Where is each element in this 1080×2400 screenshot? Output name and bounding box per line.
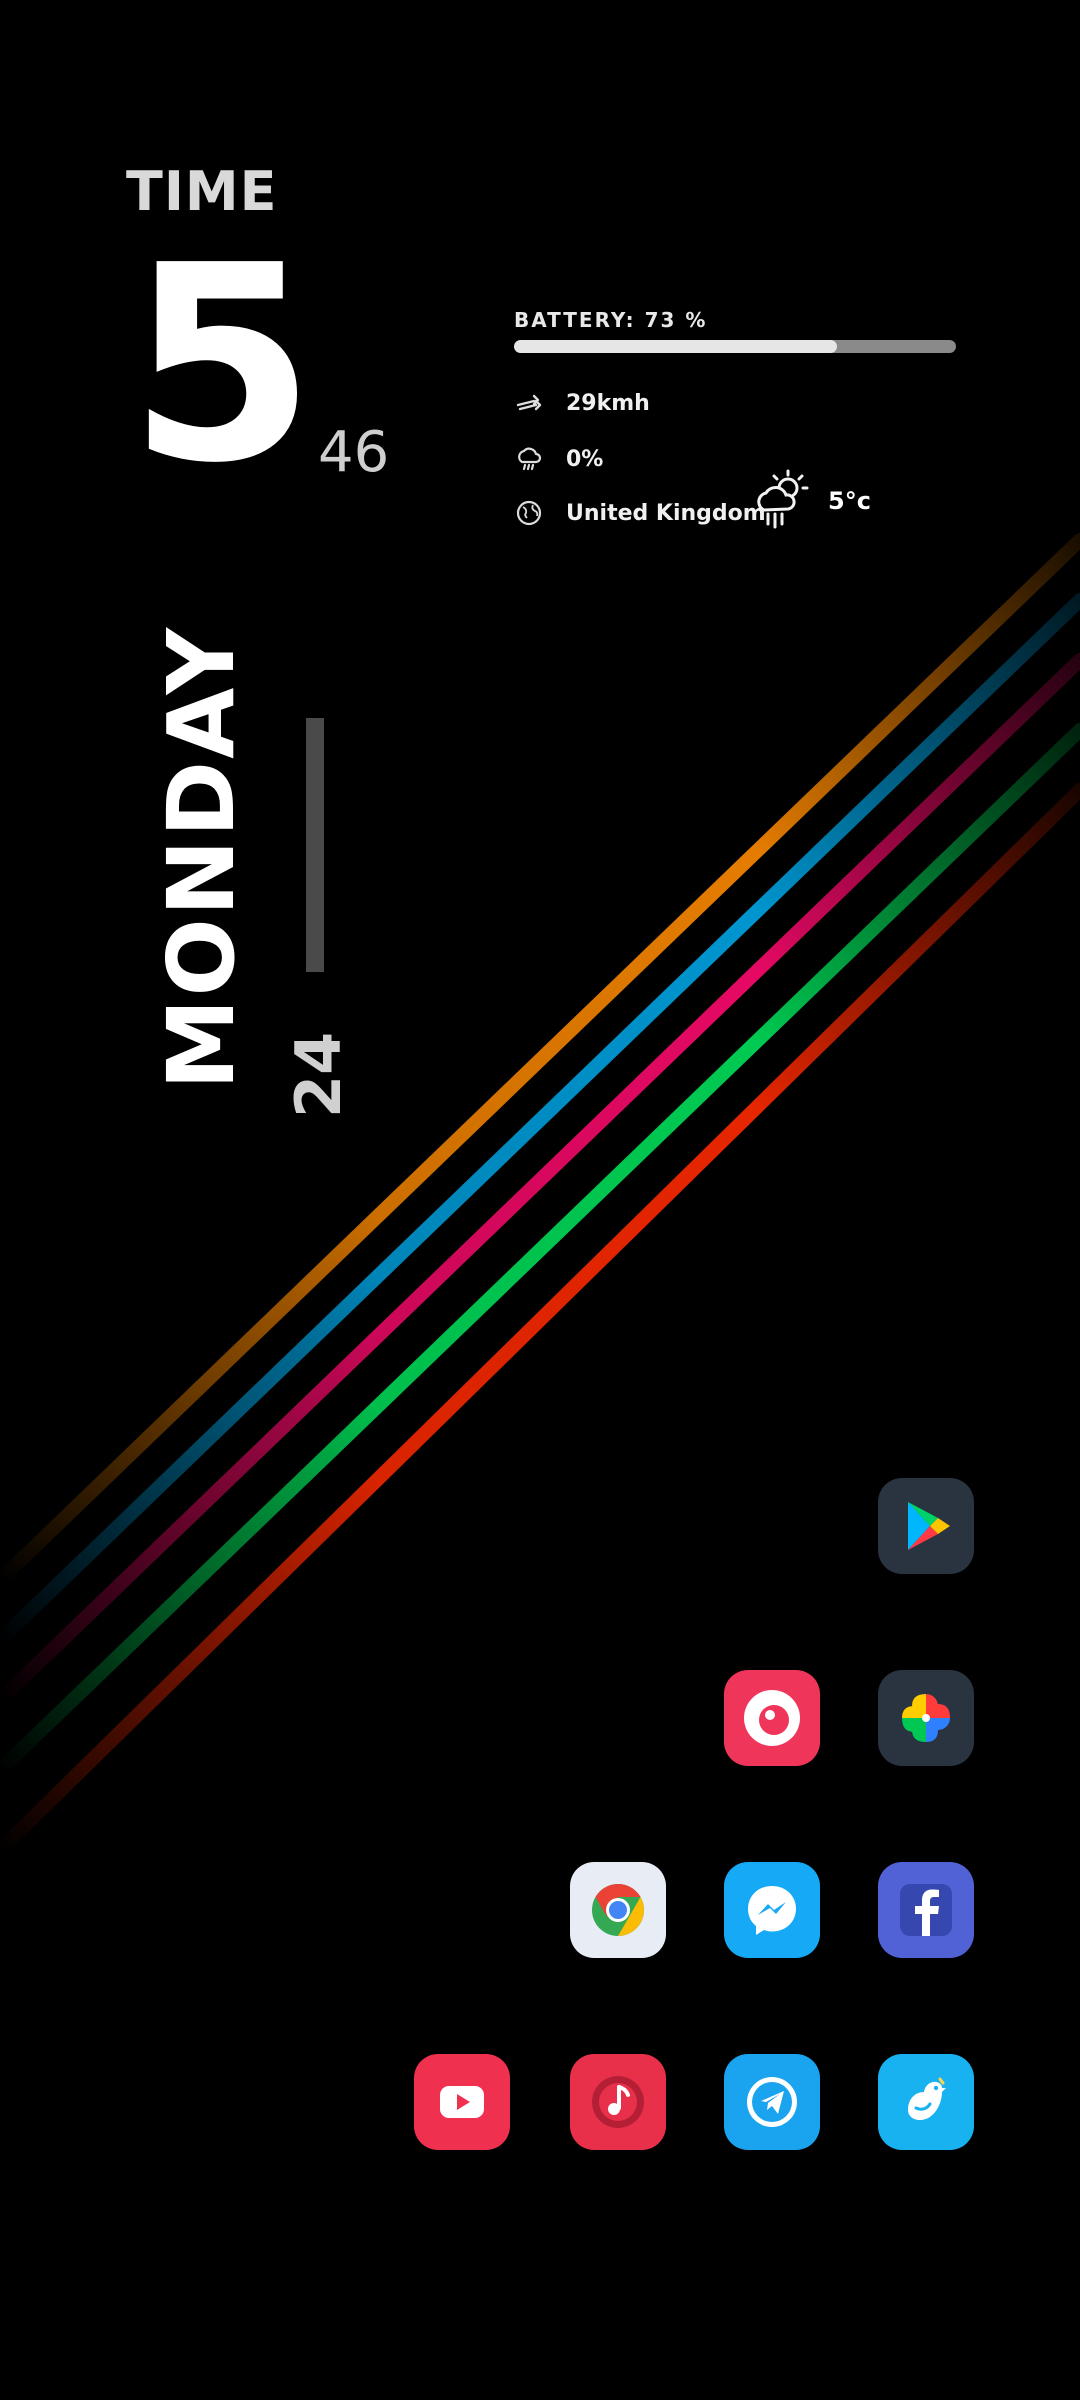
music-app[interactable] — [570, 2054, 666, 2150]
chrome-icon — [592, 1884, 644, 1936]
music-icon — [592, 2076, 644, 2128]
messenger-app[interactable] — [724, 1862, 820, 1958]
rain-row: 0% — [514, 444, 603, 474]
wind-row: 29kmh — [514, 388, 650, 418]
battery-label: BATTERY: 73 % — [514, 308, 708, 332]
battery-bar-fill — [514, 340, 837, 353]
facebook-app[interactable] — [878, 1862, 974, 1958]
temperature: 5°c — [828, 487, 871, 515]
wind-icon — [514, 388, 544, 418]
wind-speed: 29kmh — [566, 390, 650, 416]
youtube-app[interactable] — [414, 2054, 510, 2150]
globe-icon — [514, 498, 544, 528]
location-row: United Kingdom — [514, 498, 766, 528]
play-store-app[interactable] — [878, 1478, 974, 1574]
play-store-icon — [908, 1502, 950, 1550]
cloud-sun-rain-icon — [752, 466, 812, 536]
rain-cloud-icon — [514, 444, 544, 474]
photos-app[interactable] — [878, 1670, 974, 1766]
clock-hour[interactable]: 5 — [128, 230, 316, 500]
telegram-icon — [747, 2077, 797, 2127]
screen-recorder-icon — [744, 1690, 800, 1746]
youtube-icon — [440, 2086, 484, 2118]
weather: 5°c — [752, 466, 871, 536]
divider-bar — [306, 718, 324, 972]
photos-icon — [902, 1694, 950, 1742]
battery-bar — [514, 340, 956, 353]
day-of-week: MONDAY — [148, 625, 255, 1090]
twitter-app[interactable] — [878, 2054, 974, 2150]
facebook-icon — [900, 1884, 952, 1936]
rain-chance: 0% — [566, 446, 604, 472]
messenger-icon — [748, 1886, 796, 1935]
chrome-app[interactable] — [570, 1862, 666, 1958]
twitter-icon — [908, 2077, 946, 2120]
location-name: United Kingdom — [566, 500, 766, 526]
screen-recorder-app[interactable] — [724, 1670, 820, 1766]
clock-minute[interactable]: 46 — [318, 420, 389, 485]
day-of-month: 24 — [282, 1031, 355, 1118]
home-screen: TIME 5 46 MONDAY 24 BATTERY: 73 % 29kmh … — [0, 0, 1080, 2400]
telegram-app[interactable] — [724, 2054, 820, 2150]
